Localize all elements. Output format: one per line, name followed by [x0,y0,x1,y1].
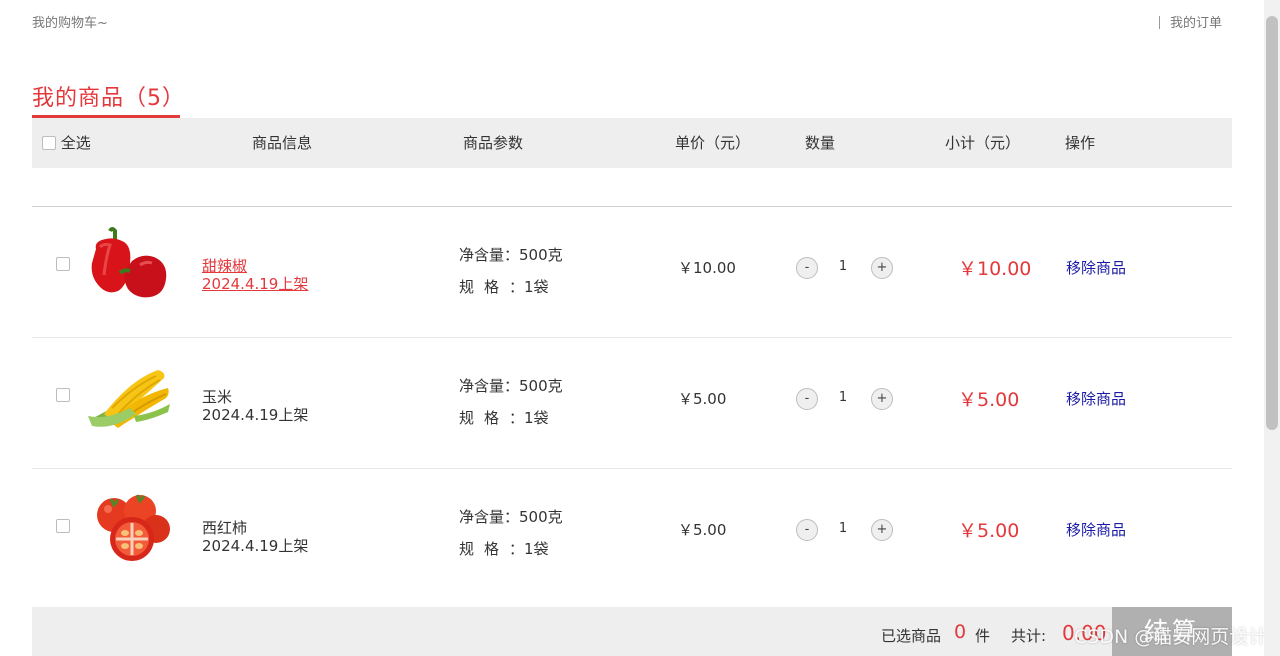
item-weight: 净含量：500克 [459,508,563,526]
item-checkbox[interactable] [56,388,70,402]
item-date: 2024.4.19上架 [202,406,309,424]
item-checkbox[interactable] [56,519,70,533]
item-weight: 净含量：500克 [459,377,563,395]
select-all-checkbox[interactable] [42,136,56,150]
remove-item-link[interactable]: 移除商品 [1066,257,1126,278]
select-all-label: 全选 [60,134,91,152]
item-checkbox[interactable] [56,257,70,271]
spec-value: ：1袋 [509,278,549,296]
cart-breadcrumb: 我的购物车~ [32,16,108,31]
cart-footer: 已选商品 0 件 共计: 0.00 结算 [32,607,1232,656]
spec-value: ：1袋 [509,540,549,558]
item-name: 甜辣椒 [202,257,248,275]
header-quantity: 数量 [805,134,836,152]
red-pepper-image[interactable] [84,227,174,307]
total-label: 共计: [1011,627,1047,645]
increase-qty-button[interactable]: + [871,519,893,541]
table-row: 西红柿 2024.4.19上架 净含量：500克 规格：1袋 ￥5.00 - 1… [32,469,1232,600]
spec-label: 规格 [459,409,510,427]
table-header: 全选 商品信息 商品参数 单价（元） 数量 小计（元） 操作 [32,118,1232,168]
item-subtotal: ￥10.00 [958,258,1032,280]
item-quantity: 1 [838,259,848,274]
cart-page: 我的购物车~ 我的订单 我的商品（5） 全选 商品信息 商品参数 单价（元） 数… [0,0,1280,656]
watermark: CSDN @猫安网页设计 [1074,626,1268,648]
selected-count: 0 [954,621,967,643]
select-all[interactable]: 全选 [42,118,91,168]
item-unit-price: ￥5.00 [678,390,727,408]
item-spec: 规格：1袋 [459,276,549,297]
orders-nav: 我的订单 [1158,12,1222,31]
item-name: 西红柿 [202,519,248,537]
item-date: 2024.4.19上架 [202,275,309,293]
item-name-link[interactable]: 甜辣椒 2024.4.19上架 [202,257,308,293]
spec-value: ：1袋 [509,409,549,427]
item-unit-price: ￥10.00 [678,259,736,277]
header-params: 商品参数 [463,134,524,152]
page-scrollbar[interactable] [1264,0,1280,656]
item-quantity: 1 [838,521,848,536]
item-subtotal: ￥5.00 [958,520,1020,542]
selected-label: 已选商品 [881,627,942,645]
increase-qty-button[interactable]: + [871,388,893,410]
spec-label: 规格 [459,278,510,296]
scrollbar-thumb[interactable] [1266,16,1278,430]
item-spec: 规格：1袋 [459,407,549,428]
item-unit-price: ￥5.00 [678,521,727,539]
header-actions: 操作 [1065,134,1096,152]
my-orders-link[interactable]: 我的订单 [1170,16,1222,31]
item-spec: 规格：1袋 [459,538,549,559]
decrease-qty-button[interactable]: - [796,388,818,410]
spec-label: 规格 [459,540,510,558]
item-date: 2024.4.19上架 [202,537,309,555]
increase-qty-button[interactable]: + [871,257,893,279]
remove-item-link[interactable]: 移除商品 [1066,388,1126,409]
item-name-link[interactable]: 西红柿 2024.4.19上架 [202,519,308,555]
section-title: 我的商品（5） [32,86,185,111]
remove-item-link[interactable]: 移除商品 [1066,519,1126,540]
selected-unit: 件 [975,627,991,645]
tomato-image[interactable] [84,489,174,569]
header-subtotal: 小计（元） [945,134,1021,152]
corn-image[interactable] [84,358,174,438]
decrease-qty-button[interactable]: - [796,257,818,279]
item-name: 玉米 [202,388,233,406]
item-quantity: 1 [838,390,848,405]
item-subtotal: ￥5.00 [958,389,1020,411]
table-row: 甜辣椒 2024.4.19上架 净含量：500克 规格：1袋 ￥10.00 - … [32,207,1232,338]
decrease-qty-button[interactable]: - [796,519,818,541]
header-info: 商品信息 [252,134,313,152]
table-row: 玉米 2024.4.19上架 净含量：500克 规格：1袋 ￥5.00 - 1 … [32,338,1232,469]
item-name-link[interactable]: 玉米 2024.4.19上架 [202,388,308,424]
header-unit-price: 单价（元） [675,134,751,152]
nav-separator [1158,16,1160,29]
item-weight: 净含量：500克 [459,246,563,264]
